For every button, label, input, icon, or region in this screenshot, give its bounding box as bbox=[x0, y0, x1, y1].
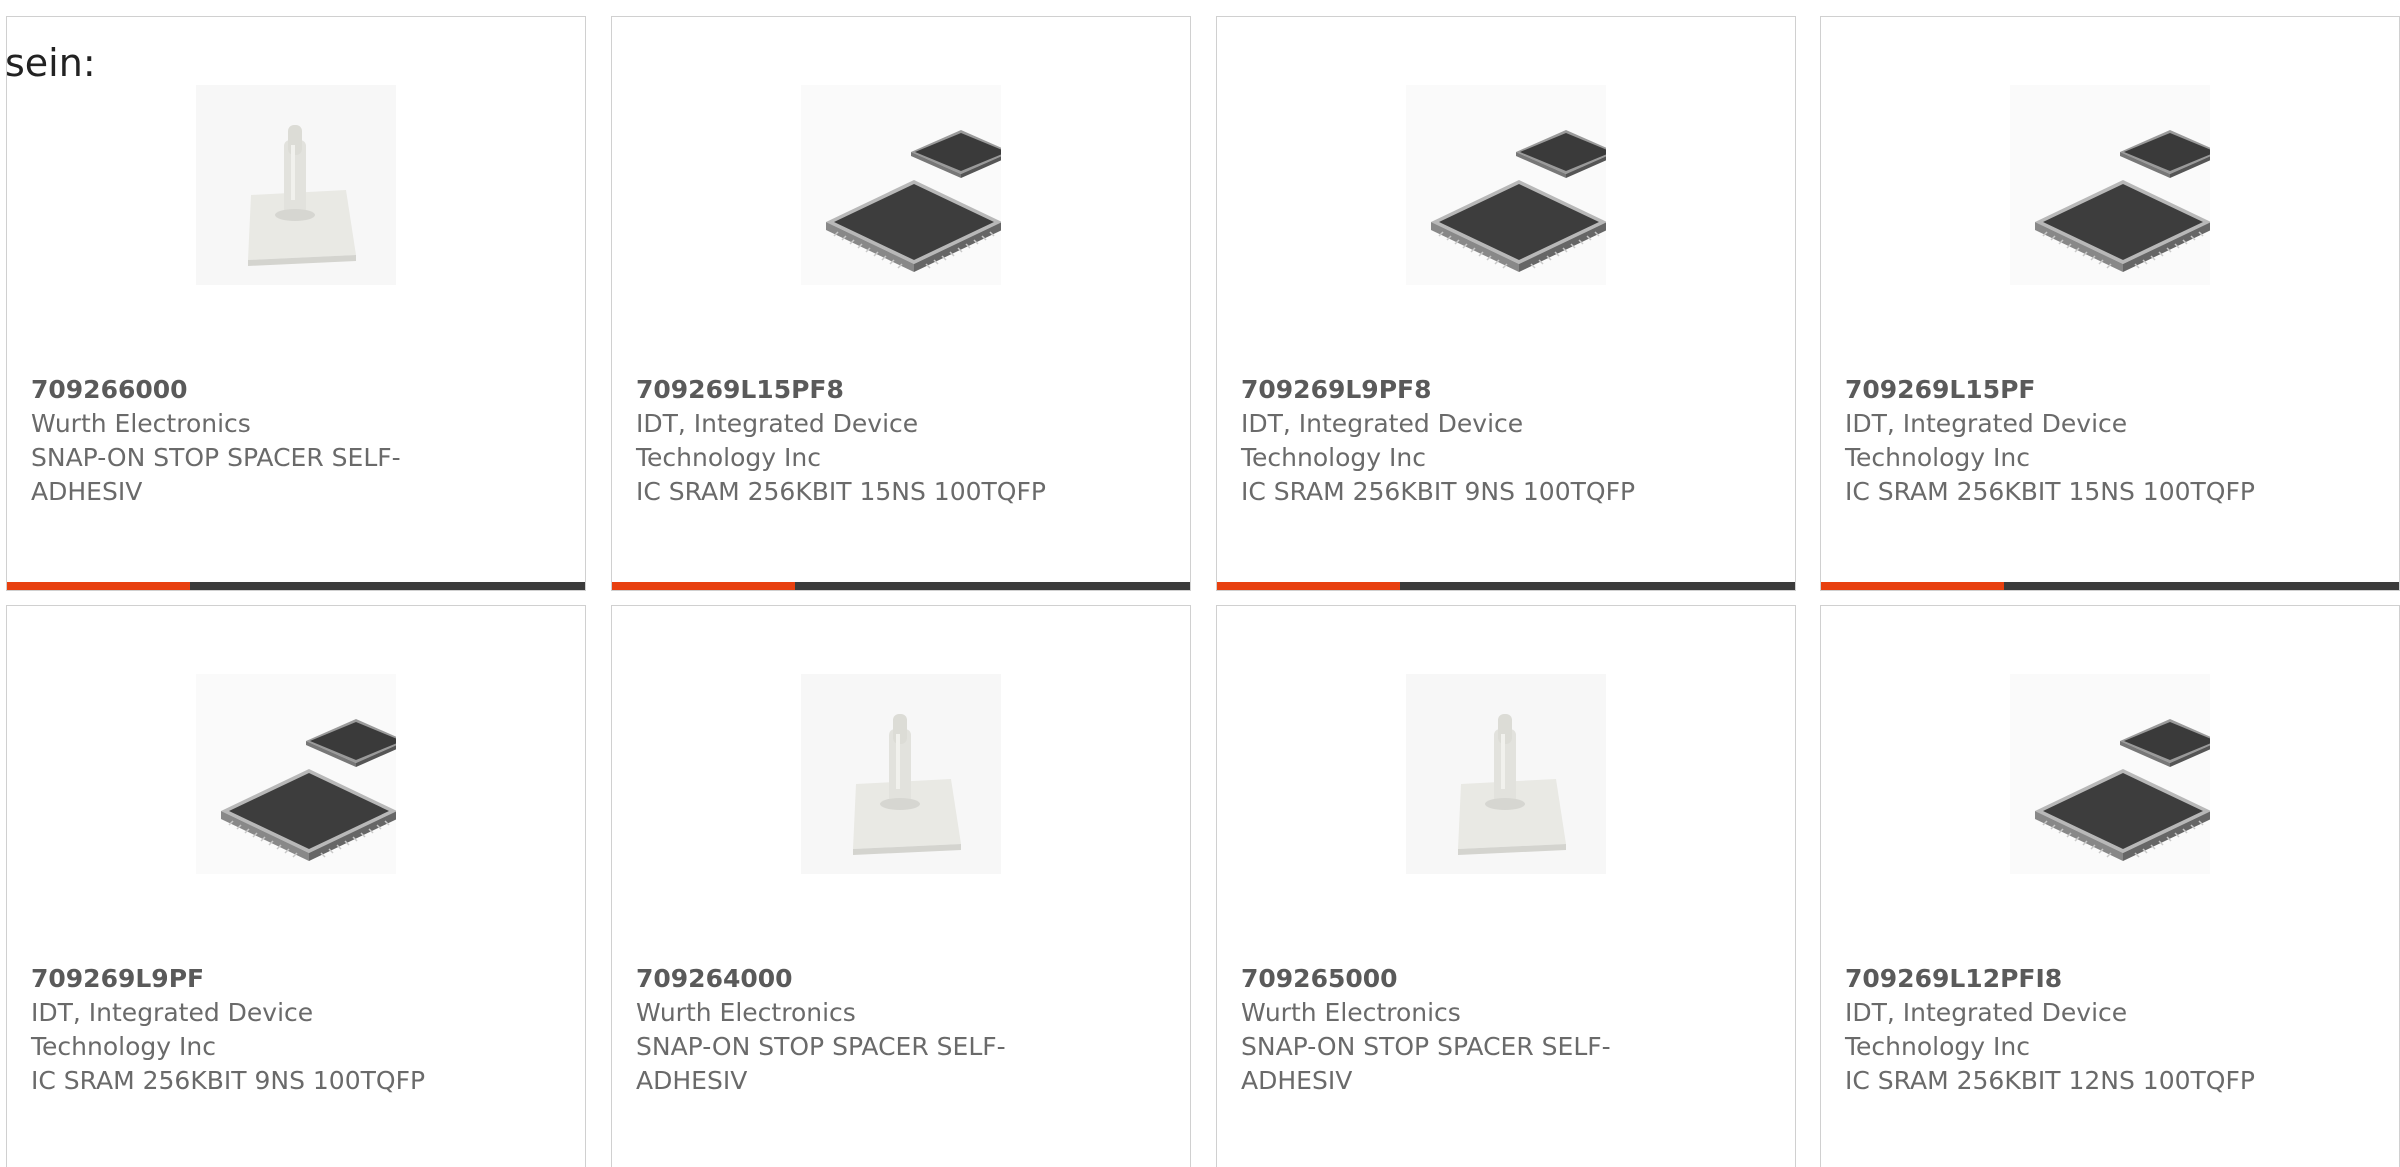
spacer-icon bbox=[801, 674, 1001, 874]
product-info: 709269L15PF IDT, Integrated Device Techn… bbox=[1845, 373, 2275, 509]
card-bar bbox=[7, 582, 585, 590]
product-info: 709264000 Wurth Electronics SNAP-ON STOP… bbox=[636, 962, 1066, 1098]
product-info: 709269L9PF8 IDT, Integrated Device Techn… bbox=[1241, 373, 1671, 509]
description: IC SRAM 256KBIT 15NS 100TQFP bbox=[636, 477, 1046, 506]
lead-text: sein: bbox=[5, 41, 96, 85]
card-bar-accent bbox=[1217, 582, 1400, 590]
description: SNAP-ON STOP SPACER SELF-ADHESIV bbox=[1241, 1032, 1611, 1095]
product-card[interactable]: 709269L15PF IDT, Integrated Device Techn… bbox=[1820, 16, 2400, 591]
product-card[interactable]: 709269L9PF8 IDT, Integrated Device Techn… bbox=[1216, 16, 1796, 591]
card-bar-accent bbox=[1821, 582, 2004, 590]
manufacturer: IDT, Integrated Device Technology Inc bbox=[1845, 409, 2128, 472]
product-info: 709269L9PF IDT, Integrated Device Techno… bbox=[31, 962, 461, 1098]
ic-chip-icon bbox=[1406, 85, 1606, 285]
part-number[interactable]: 709265000 bbox=[1241, 962, 1671, 996]
manufacturer: IDT, Integrated Device Technology Inc bbox=[636, 409, 919, 472]
product-info: 709265000 Wurth Electronics SNAP-ON STOP… bbox=[1241, 962, 1671, 1098]
part-number[interactable]: 709269L9PF bbox=[31, 962, 461, 996]
part-number[interactable]: 709264000 bbox=[636, 962, 1066, 996]
product-info: 709266000 Wurth Electronics SNAP-ON STOP… bbox=[31, 373, 461, 509]
description: IC SRAM 256KBIT 12NS 100TQFP bbox=[1845, 1066, 2255, 1095]
product-info: 709269L12PFI8 IDT, Integrated Device Tec… bbox=[1845, 962, 2275, 1098]
manufacturer: Wurth Electronics bbox=[1241, 998, 1461, 1027]
product-card[interactable]: 709269L15PF8 IDT, Integrated Device Tech… bbox=[611, 16, 1191, 591]
product-card[interactable]: 709269L9PF IDT, Integrated Device Techno… bbox=[6, 605, 586, 1167]
card-bar-accent bbox=[612, 582, 795, 590]
product-card[interactable]: 709264000 Wurth Electronics SNAP-ON STOP… bbox=[611, 605, 1191, 1167]
ic-chip-icon bbox=[801, 85, 1001, 285]
ic-chip-icon bbox=[196, 674, 396, 874]
card-bar bbox=[612, 582, 1190, 590]
part-number[interactable]: 709269L15PF bbox=[1845, 373, 2275, 407]
ic-chip-icon bbox=[2010, 674, 2210, 874]
part-number[interactable]: 709266000 bbox=[31, 373, 461, 407]
manufacturer: Wurth Electronics bbox=[31, 409, 251, 438]
product-card[interactable]: 709265000 Wurth Electronics SNAP-ON STOP… bbox=[1216, 605, 1796, 1167]
manufacturer: IDT, Integrated Device Technology Inc bbox=[1845, 998, 2128, 1061]
part-number[interactable]: 709269L12PFI8 bbox=[1845, 962, 2275, 996]
product-info: 709269L15PF8 IDT, Integrated Device Tech… bbox=[636, 373, 1066, 509]
manufacturer: IDT, Integrated Device Technology Inc bbox=[31, 998, 314, 1061]
spacer-icon bbox=[1406, 674, 1606, 874]
spacer-icon bbox=[196, 85, 396, 285]
manufacturer: Wurth Electronics bbox=[636, 998, 856, 1027]
description: IC SRAM 256KBIT 15NS 100TQFP bbox=[1845, 477, 2255, 506]
description: IC SRAM 256KBIT 9NS 100TQFP bbox=[1241, 477, 1636, 506]
card-bar-accent bbox=[7, 582, 190, 590]
product-card[interactable]: 709269L12PFI8 IDT, Integrated Device Tec… bbox=[1820, 605, 2400, 1167]
manufacturer: IDT, Integrated Device Technology Inc bbox=[1241, 409, 1524, 472]
part-number[interactable]: 709269L15PF8 bbox=[636, 373, 1066, 407]
product-grid-page: sein: 709266000 Wurth Electronics SNAP-O… bbox=[0, 0, 2400, 1167]
card-bar bbox=[1821, 582, 2399, 590]
part-number[interactable]: 709269L9PF8 bbox=[1241, 373, 1671, 407]
description: SNAP-ON STOP SPACER SELF-ADHESIV bbox=[636, 1032, 1006, 1095]
product-card[interactable]: 709266000 Wurth Electronics SNAP-ON STOP… bbox=[6, 16, 586, 591]
card-bar bbox=[1217, 582, 1795, 590]
description: SNAP-ON STOP SPACER SELF-ADHESIV bbox=[31, 443, 401, 506]
ic-chip-icon bbox=[2010, 85, 2210, 285]
description: IC SRAM 256KBIT 9NS 100TQFP bbox=[31, 1066, 426, 1095]
